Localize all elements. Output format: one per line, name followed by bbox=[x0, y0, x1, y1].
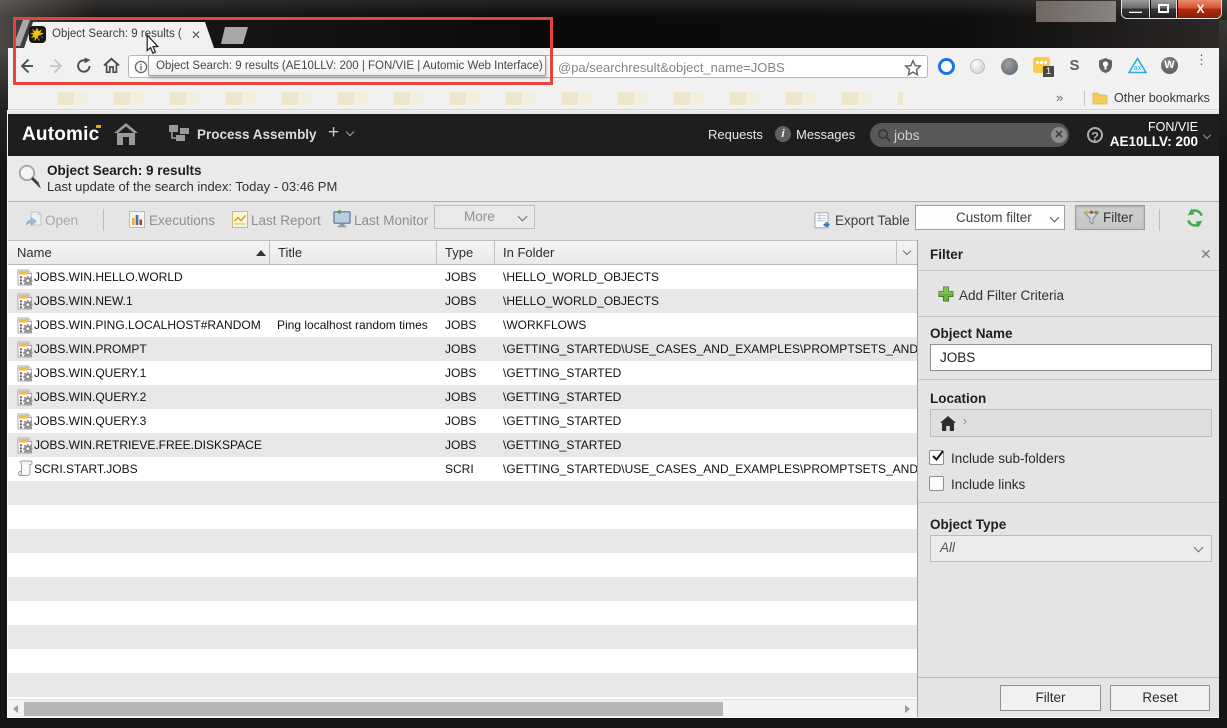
svg-text:ax: ax bbox=[1134, 65, 1142, 72]
